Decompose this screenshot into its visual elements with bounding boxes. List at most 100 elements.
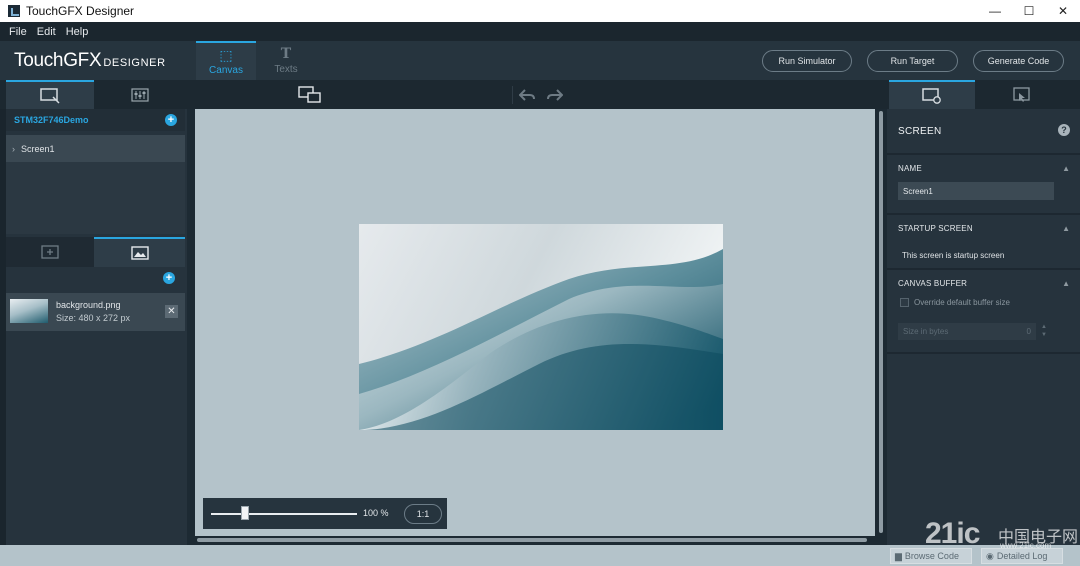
generate-code-button[interactable]: Generate Code [973, 50, 1064, 72]
buffer-size-spinner[interactable]: ▲ ▼ [1040, 323, 1048, 340]
tab-screens[interactable] [6, 80, 94, 109]
logo-sub: DESIGNER [103, 57, 166, 69]
undo-button[interactable] [513, 80, 541, 109]
menu-edit[interactable]: Edit [32, 26, 61, 38]
section-divider [887, 213, 1080, 215]
screen-settings-icon [922, 87, 941, 104]
canvas-icon: ⬚ [219, 47, 233, 63]
buffer-section-title: CANVAS BUFFER [898, 279, 968, 288]
zoom-slider-track[interactable] [211, 513, 357, 515]
detailed-log-label: Detailed Log [996, 551, 1048, 561]
status-bar: ▆ Browse Code ◉ Detailed Log [0, 545, 1080, 566]
run-target-button[interactable]: Run Target [867, 50, 958, 72]
remove-image-icon[interactable]: ✕ [165, 305, 178, 318]
undo-icon [519, 88, 535, 101]
zoom-value: 100 % [363, 508, 389, 518]
header-toolbar: TouchGFX DESIGNER ⬚ Canvas T Texts Run S… [0, 41, 1080, 80]
canvas-background-image[interactable] [359, 224, 723, 430]
redo-icon [547, 88, 563, 101]
add-screen-icon[interactable]: + [165, 114, 177, 126]
logo-brand: TouchGFX [14, 50, 102, 71]
screen-select-icon [40, 87, 60, 104]
watermark-logo: 21ic [925, 517, 980, 550]
toolbar-divider [512, 86, 513, 104]
screen-interaction-icon [1012, 86, 1030, 102]
buffer-size-value: 0 [1026, 327, 1031, 336]
buffer-size-placeholder: Size in bytes [903, 327, 949, 336]
name-section-title: NAME [898, 164, 922, 173]
properties-title: SCREEN [898, 125, 942, 137]
watermark-url: www.21ic.com [1000, 541, 1052, 550]
left-subtabs [6, 237, 185, 267]
collapse-name-icon[interactable]: ▲ [1062, 164, 1070, 173]
help-icon[interactable]: ? [1058, 124, 1070, 136]
sliders-icon [130, 87, 149, 102]
tab-widgets[interactable] [6, 237, 94, 267]
folder-icon: ▆ [895, 550, 902, 561]
run-simulator-button[interactable]: Run Simulator [762, 50, 852, 72]
add-widget-icon [41, 245, 59, 259]
tab-texts[interactable]: T Texts [256, 41, 316, 80]
screen-name-input[interactable]: Screen1 [898, 182, 1054, 200]
maximize-button[interactable]: ☐ [1012, 0, 1046, 22]
spin-down-icon[interactable]: ▼ [1040, 331, 1048, 339]
horizontal-scroll-thumb[interactable] [197, 538, 867, 542]
left-edge [0, 109, 6, 545]
canvas-area[interactable] [195, 109, 875, 536]
add-image-icon[interactable]: + [163, 272, 175, 284]
vertical-scroll-thumb[interactable] [879, 111, 883, 533]
zoom-bar: 100 % 1:1 [203, 498, 447, 529]
section-divider [887, 352, 1080, 354]
detailed-log-button[interactable]: ◉ Detailed Log [981, 548, 1063, 564]
window-controls: — ☐ ✕ [978, 0, 1080, 22]
window-title: TouchGFX Designer [26, 4, 135, 18]
startup-section-title: STARTUP SCREEN [898, 224, 973, 233]
tab-images[interactable] [94, 237, 185, 267]
image-name: background.png [56, 300, 121, 310]
log-icon: ◉ [986, 550, 994, 561]
screen-name: Screen1 [21, 143, 55, 154]
minimize-button[interactable]: — [978, 0, 1012, 22]
tab-canvas[interactable]: ⬚ Canvas [196, 41, 256, 80]
screen-resolution-button[interactable] [296, 80, 324, 109]
tab-texts-label: Texts [274, 64, 298, 75]
resize-screens-icon [298, 85, 321, 103]
right-panel: SCREEN ? NAME ▲ Screen1 STARTUP SCREEN ▲… [887, 109, 1080, 545]
app-logo: TouchGFX DESIGNER [14, 50, 166, 72]
wave-background-graphic [359, 224, 723, 430]
image-size: Size: 480 x 272 px [56, 313, 131, 323]
browse-code-label: Browse Code [904, 551, 959, 561]
redo-button[interactable] [541, 80, 569, 109]
close-button[interactable]: ✕ [1046, 0, 1080, 22]
screen-list-item[interactable]: › Screen1 [6, 135, 185, 162]
app-icon [8, 5, 20, 17]
menu-help[interactable]: Help [61, 26, 94, 38]
override-buffer-label: Override default buffer size [914, 298, 1010, 307]
buffer-size-input[interactable]: Size in bytes 0 [898, 323, 1036, 340]
vertical-scrollbar[interactable] [877, 109, 885, 536]
title-bar: TouchGFX Designer — ☐ ✕ [0, 0, 1080, 22]
menu-file[interactable]: File [4, 26, 32, 38]
zoom-slider-handle[interactable] [241, 506, 249, 520]
left-panel: STM32F746Demo + › Screen1 + background.p… [0, 109, 187, 545]
collapse-buffer-icon[interactable]: ▲ [1062, 279, 1070, 288]
override-buffer-checkbox[interactable] [900, 298, 909, 307]
section-divider [887, 153, 1080, 155]
collapse-startup-icon[interactable]: ▲ [1062, 224, 1070, 233]
horizontal-scrollbar[interactable] [195, 536, 885, 544]
screen-tree-area [6, 162, 185, 234]
image-thumbnail [10, 299, 48, 323]
tab-interactions[interactable] [975, 80, 1068, 109]
chevron-right-icon[interactable]: › [12, 144, 15, 154]
text-icon: T [280, 46, 292, 62]
project-row: STM32F746Demo + [6, 109, 185, 131]
project-name: STM32F746Demo [14, 115, 89, 125]
tab-properties-mixer[interactable] [94, 80, 185, 109]
section-divider [887, 268, 1080, 270]
zoom-reset-button[interactable]: 1:1 [404, 504, 442, 524]
spin-up-icon[interactable]: ▲ [1040, 323, 1048, 331]
image-list-item[interactable]: background.png Size: 480 x 272 px ✕ [6, 293, 185, 331]
menu-bar: File Edit Help [0, 22, 1080, 41]
tab-screen-properties[interactable] [889, 80, 975, 109]
add-image-row: + [6, 267, 185, 289]
